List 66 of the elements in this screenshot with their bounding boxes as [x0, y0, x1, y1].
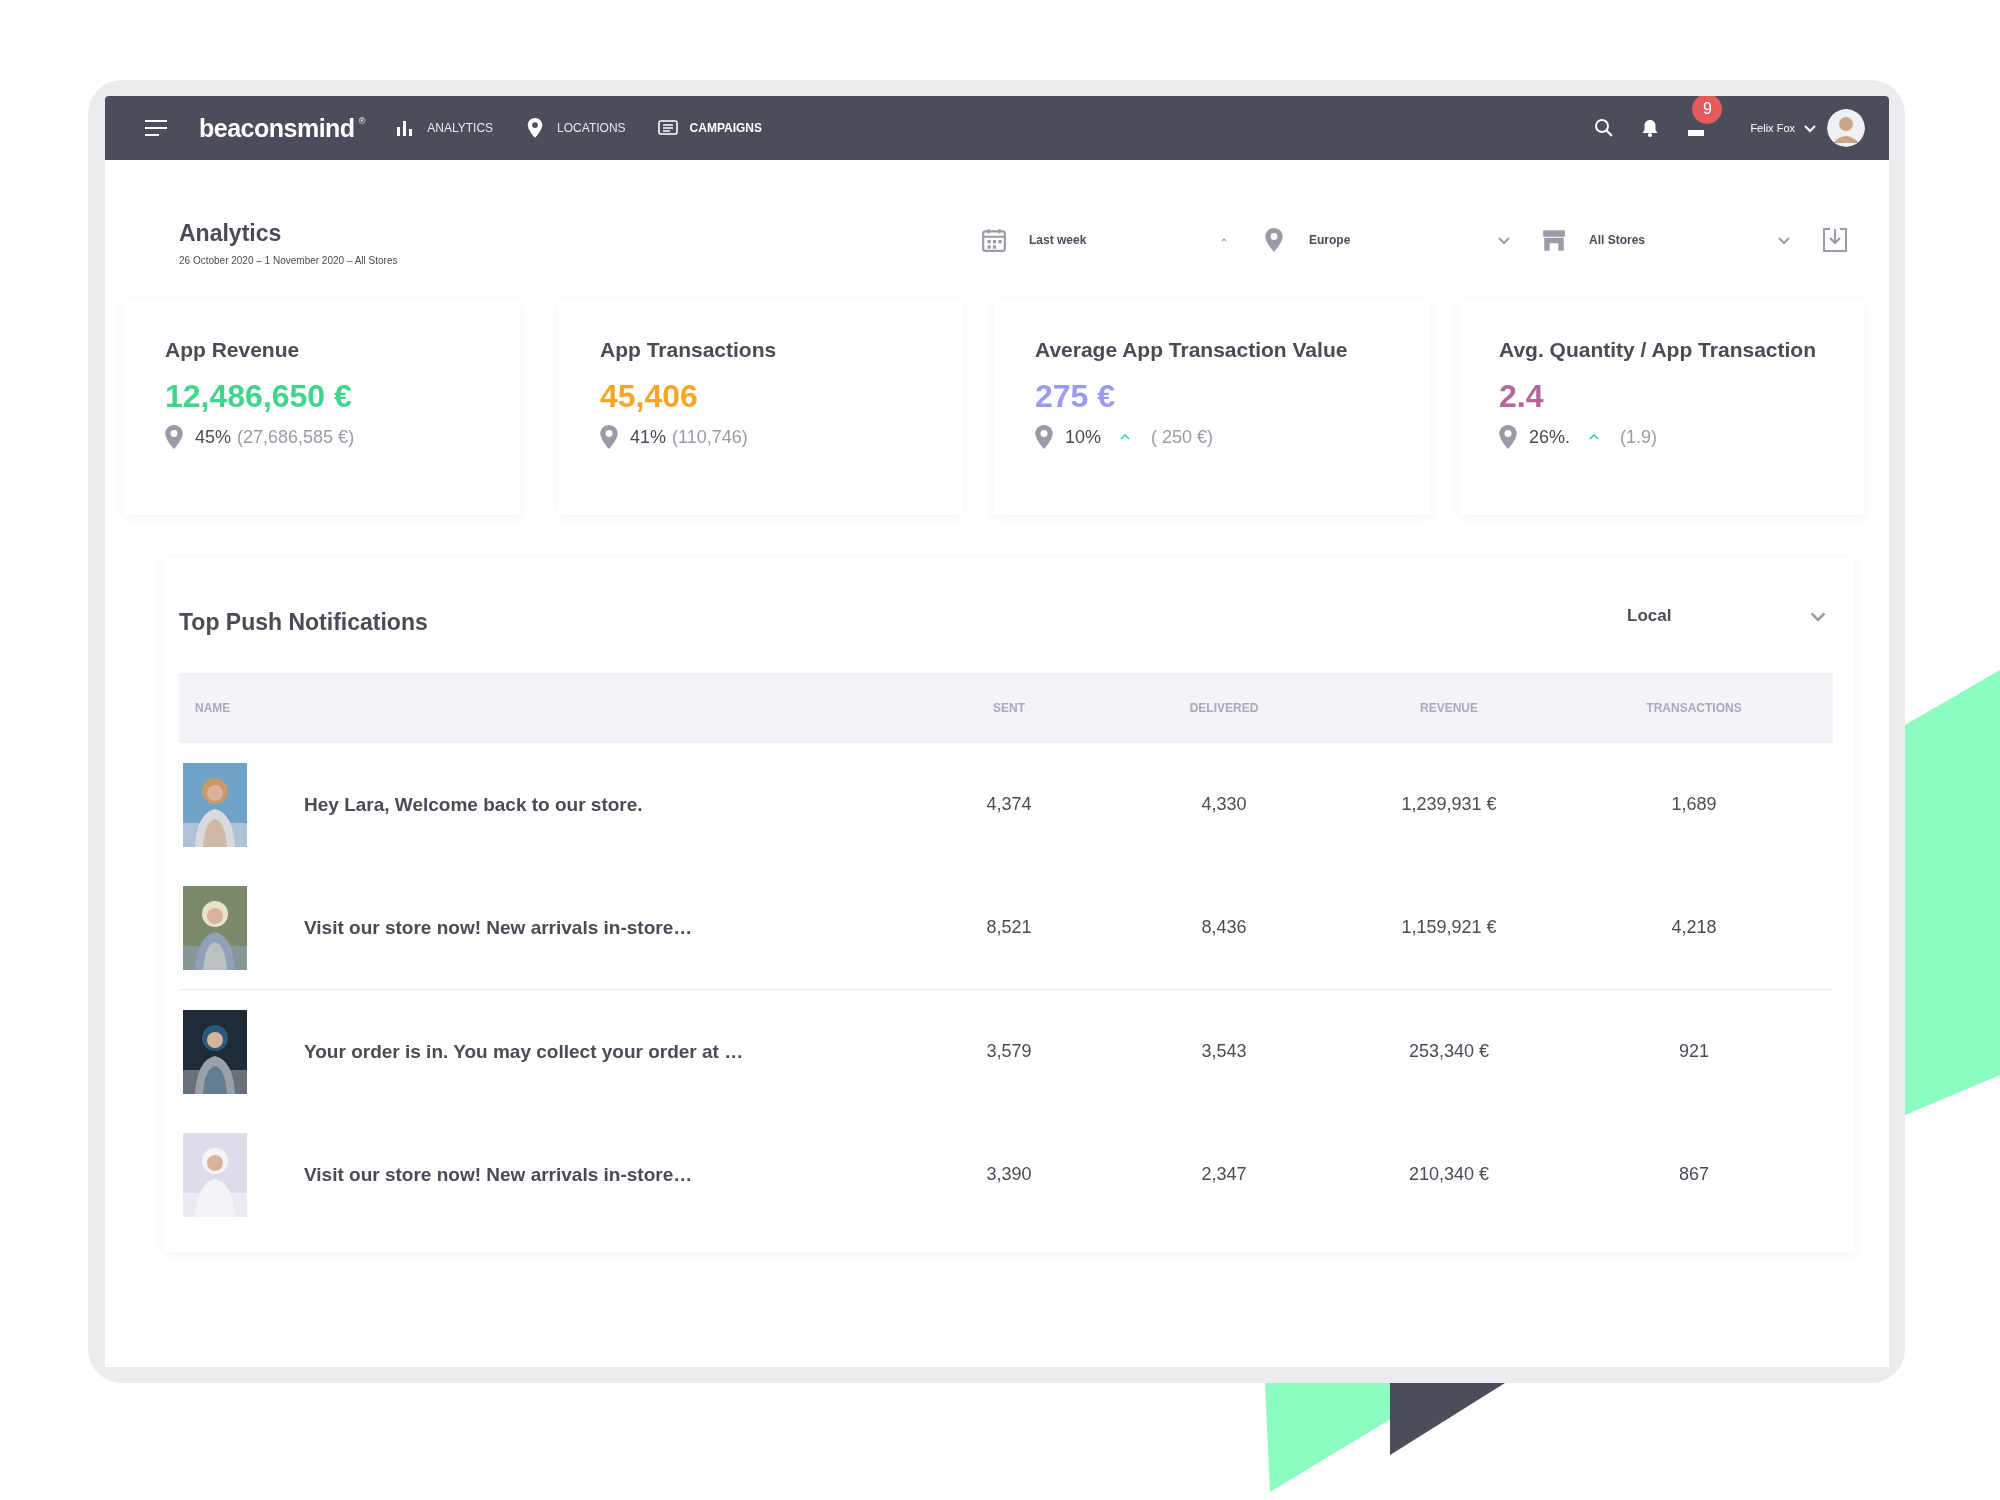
table-cell-text: 1,239,931 € — [1400, 794, 1498, 815]
user-name[interactable]: Felix Fox — [1750, 122, 1795, 134]
kpi-change: 26%. — [1529, 426, 1571, 448]
kpi-value: 12,486,650 € — [165, 378, 353, 415]
column-header: REVENUE — [1419, 701, 1479, 715]
table-cell-text: 3,579 — [985, 1041, 1033, 1062]
table-cell-text: 1,689 — [1670, 794, 1718, 815]
search-icon[interactable] — [1594, 118, 1615, 138]
table-cell-text: 4,374 — [985, 794, 1033, 815]
table-cell-text: 2,347 — [1200, 1164, 1248, 1185]
notification-name[interactable]: Your order is in. You may collect your order at … — [304, 1040, 919, 1063]
location-pin-icon — [1035, 425, 1053, 449]
kpi-value: 45,406 — [600, 378, 699, 415]
nav-item[interactable]: CAMPAIGNS — [657, 118, 762, 138]
notification-badge: 9 — [1692, 96, 1723, 124]
table-cell-text: 8,521 — [985, 917, 1033, 938]
kpi-comparison: (1.9) — [1620, 426, 1658, 448]
column-header: DELIVERED — [1188, 701, 1260, 715]
location-pin-icon — [1499, 425, 1517, 449]
table-cell-text: 3,390 — [985, 1164, 1033, 1185]
filter-dropdown[interactable]: All Stores — [1541, 227, 1791, 253]
table-cell-text: 8,436 — [1200, 917, 1248, 938]
kpi-title: Avg. Quantity / App Transaction — [1499, 338, 1817, 362]
calendar-icon — [981, 227, 1007, 253]
store-icon — [1541, 227, 1567, 253]
table-title: Top Push Notifications — [179, 608, 428, 636]
kpi-comparison: (110,746) — [672, 426, 748, 448]
kpi-title: Average App Transaction Value — [1035, 338, 1349, 362]
notification-name[interactable]: Hey Lara, Welcome back to our store. — [304, 793, 919, 816]
notification-name[interactable]: Visit our store now! New arrivals in-store… — [304, 1163, 919, 1186]
table-cell-text: 867 — [1677, 1164, 1710, 1185]
filter-dropdown[interactable]: Last week — [981, 227, 1231, 253]
table-cell-text: 4,330 — [1200, 794, 1248, 815]
table-cell-text: 210,340 € — [1407, 1164, 1491, 1185]
column-header: NAME — [194, 701, 232, 715]
brand-logo[interactable]: beaconsmind — [199, 113, 355, 143]
column-header: SENT — [992, 701, 1026, 715]
filter-dropdown[interactable]: Europe — [1261, 227, 1511, 253]
trademark-sign: ® — [358, 116, 366, 126]
kpi-title: App Transactions — [600, 338, 778, 362]
date-range-subtitle: 26 October 2020 – 1 November 2020 – All Stores — [179, 255, 398, 266]
kpi-comparison: ( 250 €) — [1151, 426, 1214, 448]
nav-item[interactable]: LOCATIONS — [525, 118, 626, 138]
notification-name[interactable]: Visit our store now! New arrivals in-store… — [304, 916, 919, 939]
kpi-title: App Revenue — [165, 338, 301, 362]
location-pin-icon — [165, 425, 183, 449]
table-cell-text: 3,543 — [1200, 1041, 1248, 1062]
message-list-icon — [657, 118, 678, 138]
table-cell-text: 253,340 € — [1407, 1041, 1491, 1062]
download-icon[interactable] — [1821, 226, 1849, 254]
kpi-change: 45% — [195, 426, 232, 448]
location-pin-icon — [600, 425, 618, 449]
column-header: TRANSACTIONS — [1645, 701, 1743, 715]
kpi-comparison: (27,686,585 €) — [237, 426, 355, 448]
page-title: Analytics — [179, 220, 283, 247]
table-cell-text: 921 — [1677, 1041, 1710, 1062]
nav-item[interactable]: ANALYTICS — [395, 118, 494, 138]
kpi-value: 275 € — [1035, 378, 1117, 415]
kpi-change: 41% — [630, 426, 667, 448]
menu-icon[interactable] — [145, 119, 167, 137]
scope-dropdown[interactable]: Local — [1627, 606, 1827, 626]
table-cell-text: 1,159,921 € — [1400, 917, 1498, 938]
kpi-value: 2.4 — [1499, 378, 1545, 415]
kpi-change: 10% — [1065, 426, 1102, 448]
table-cell-text: 4,218 — [1670, 917, 1718, 938]
avatar[interactable] — [1827, 109, 1865, 147]
